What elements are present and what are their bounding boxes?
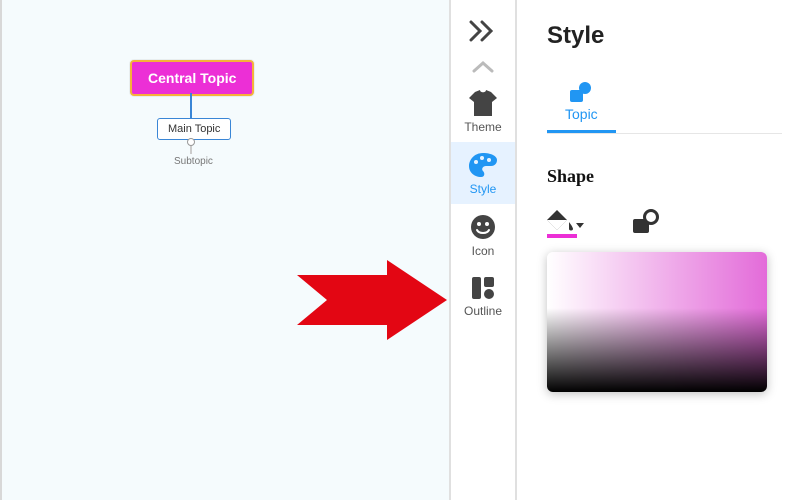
layout-icon	[471, 276, 495, 300]
collapse-button[interactable]	[451, 12, 515, 56]
double-chevron-right-icon	[469, 20, 497, 42]
style-panel: Style Topic Shape	[517, 0, 800, 500]
fill-color-swatch	[547, 234, 577, 238]
ribbon-label: Outline	[464, 304, 502, 318]
smiley-icon	[470, 214, 496, 240]
annotation-arrow-icon	[297, 260, 447, 340]
fill-color-button[interactable]	[547, 210, 585, 238]
shape-combo-icon	[633, 209, 661, 233]
palette-icon	[468, 152, 498, 178]
connector-handle[interactable]	[187, 138, 195, 146]
ribbon-item-outline[interactable]: Outline	[451, 266, 515, 326]
caret-down-icon	[575, 222, 585, 230]
ribbon-label: Style	[470, 182, 497, 196]
main-topic-node[interactable]: Main Topic	[157, 118, 231, 140]
shape-controls	[547, 209, 782, 238]
section-heading-shape: Shape	[547, 166, 782, 187]
ribbon-label: Theme	[464, 120, 501, 134]
ribbon-label: Icon	[472, 244, 495, 258]
subtopic-node[interactable]: Subtopic	[174, 156, 213, 167]
side-ribbon: Theme Style Icon Outline	[449, 0, 517, 500]
ribbon-item-style[interactable]: Style	[451, 142, 515, 204]
ribbon-item-icon[interactable]: Icon	[451, 204, 515, 266]
panel-tabs: Topic	[547, 76, 782, 134]
scroll-up-button[interactable]	[451, 56, 515, 80]
color-gradient-picker[interactable]	[547, 252, 767, 392]
chevron-up-icon	[472, 60, 494, 74]
tab-label: Topic	[565, 106, 598, 122]
panel-title: Style	[547, 22, 782, 50]
topic-shape-icon	[570, 82, 592, 102]
ribbon-item-theme[interactable]: Theme	[451, 80, 515, 142]
node-connector	[190, 93, 192, 118]
central-topic-node[interactable]: Central Topic	[130, 60, 254, 96]
shirt-icon	[469, 90, 497, 116]
paint-bucket-icon	[547, 210, 573, 232]
tab-topic[interactable]: Topic	[547, 76, 616, 133]
shape-picker-button[interactable]	[633, 209, 661, 238]
